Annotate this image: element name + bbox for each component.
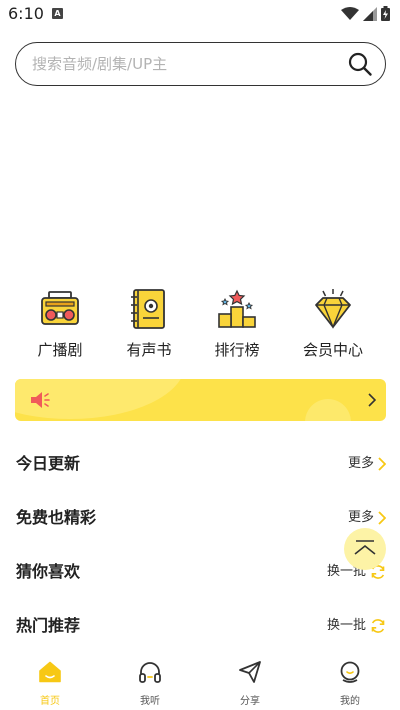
chevron-right-icon[interactable] [368,393,376,407]
nav-home[interactable]: 首页 [20,660,80,707]
section-title: 免费也精彩 [16,508,97,527]
more-label: 更多 [347,510,374,525]
category-ranking[interactable]: 排行榜 [197,288,277,360]
chevron-right-icon [378,511,386,525]
category-label: 会员中心 [302,341,363,359]
section-today-updates: 今日更新 更多 [16,452,386,476]
banner-decoration [305,399,351,421]
nav-profile[interactable]: 我的 [320,660,380,707]
category-label: 有声书 [126,341,172,359]
search-bar[interactable] [15,42,386,86]
bottom-navigation: 首页 我听 分享 我的 [0,652,400,710]
more-label: 更多 [347,456,374,471]
section-hot-recommend: 热门推荐 换一批 [16,614,386,638]
chevron-right-icon [378,457,386,471]
back-to-top-button[interactable] [344,528,386,570]
section-title: 今日更新 [16,454,81,473]
nav-label: 分享 [240,696,260,707]
battery-icon [381,6,390,21]
headphones-icon [139,662,161,683]
notification-icon: A [52,8,63,19]
category-label: 排行榜 [214,341,260,359]
nav-label: 我听 [140,696,160,707]
more-button[interactable]: 更多 [348,452,386,476]
radio-icon [41,291,79,325]
refresh-label: 换一批 [326,618,366,633]
profile-icon [340,661,360,683]
search-icon[interactable] [347,51,373,77]
paper-plane-icon [239,661,261,683]
status-bar: 6:10 A [0,0,400,28]
nav-label: 我的 [340,696,360,707]
diamond-icon [315,289,351,329]
section-free: 免费也精彩 更多 [16,506,386,530]
home-icon [39,661,61,683]
category-membership[interactable]: 会员中心 [293,288,373,360]
nav-share[interactable]: 分享 [220,660,280,707]
refresh-button[interactable]: 换一批 [327,614,386,638]
podium-icon [218,289,256,328]
section-guess-you-like: 猜你喜欢 换一批 [16,560,386,584]
announcement-banner[interactable] [15,379,386,421]
nav-listen[interactable]: 我听 [120,660,180,707]
refresh-icon [371,619,385,633]
speaker-icon [31,392,50,408]
wifi-icon [341,6,359,20]
category-audiobook[interactable]: 有声书 [109,288,189,360]
category-label: 广播剧 [37,341,83,359]
audiobook-icon [131,289,165,329]
nav-label: 首页 [40,696,60,707]
status-indicators [341,6,390,21]
status-time: 6:10 [8,4,44,23]
section-title: 猜你喜欢 [16,562,81,581]
arrow-up-icon [354,540,376,555]
search-input[interactable] [32,43,332,84]
more-button[interactable]: 更多 [348,506,386,530]
signal-icon [363,6,377,21]
category-radio-drama[interactable]: 广播剧 [20,288,100,360]
section-title: 热门推荐 [16,616,81,635]
